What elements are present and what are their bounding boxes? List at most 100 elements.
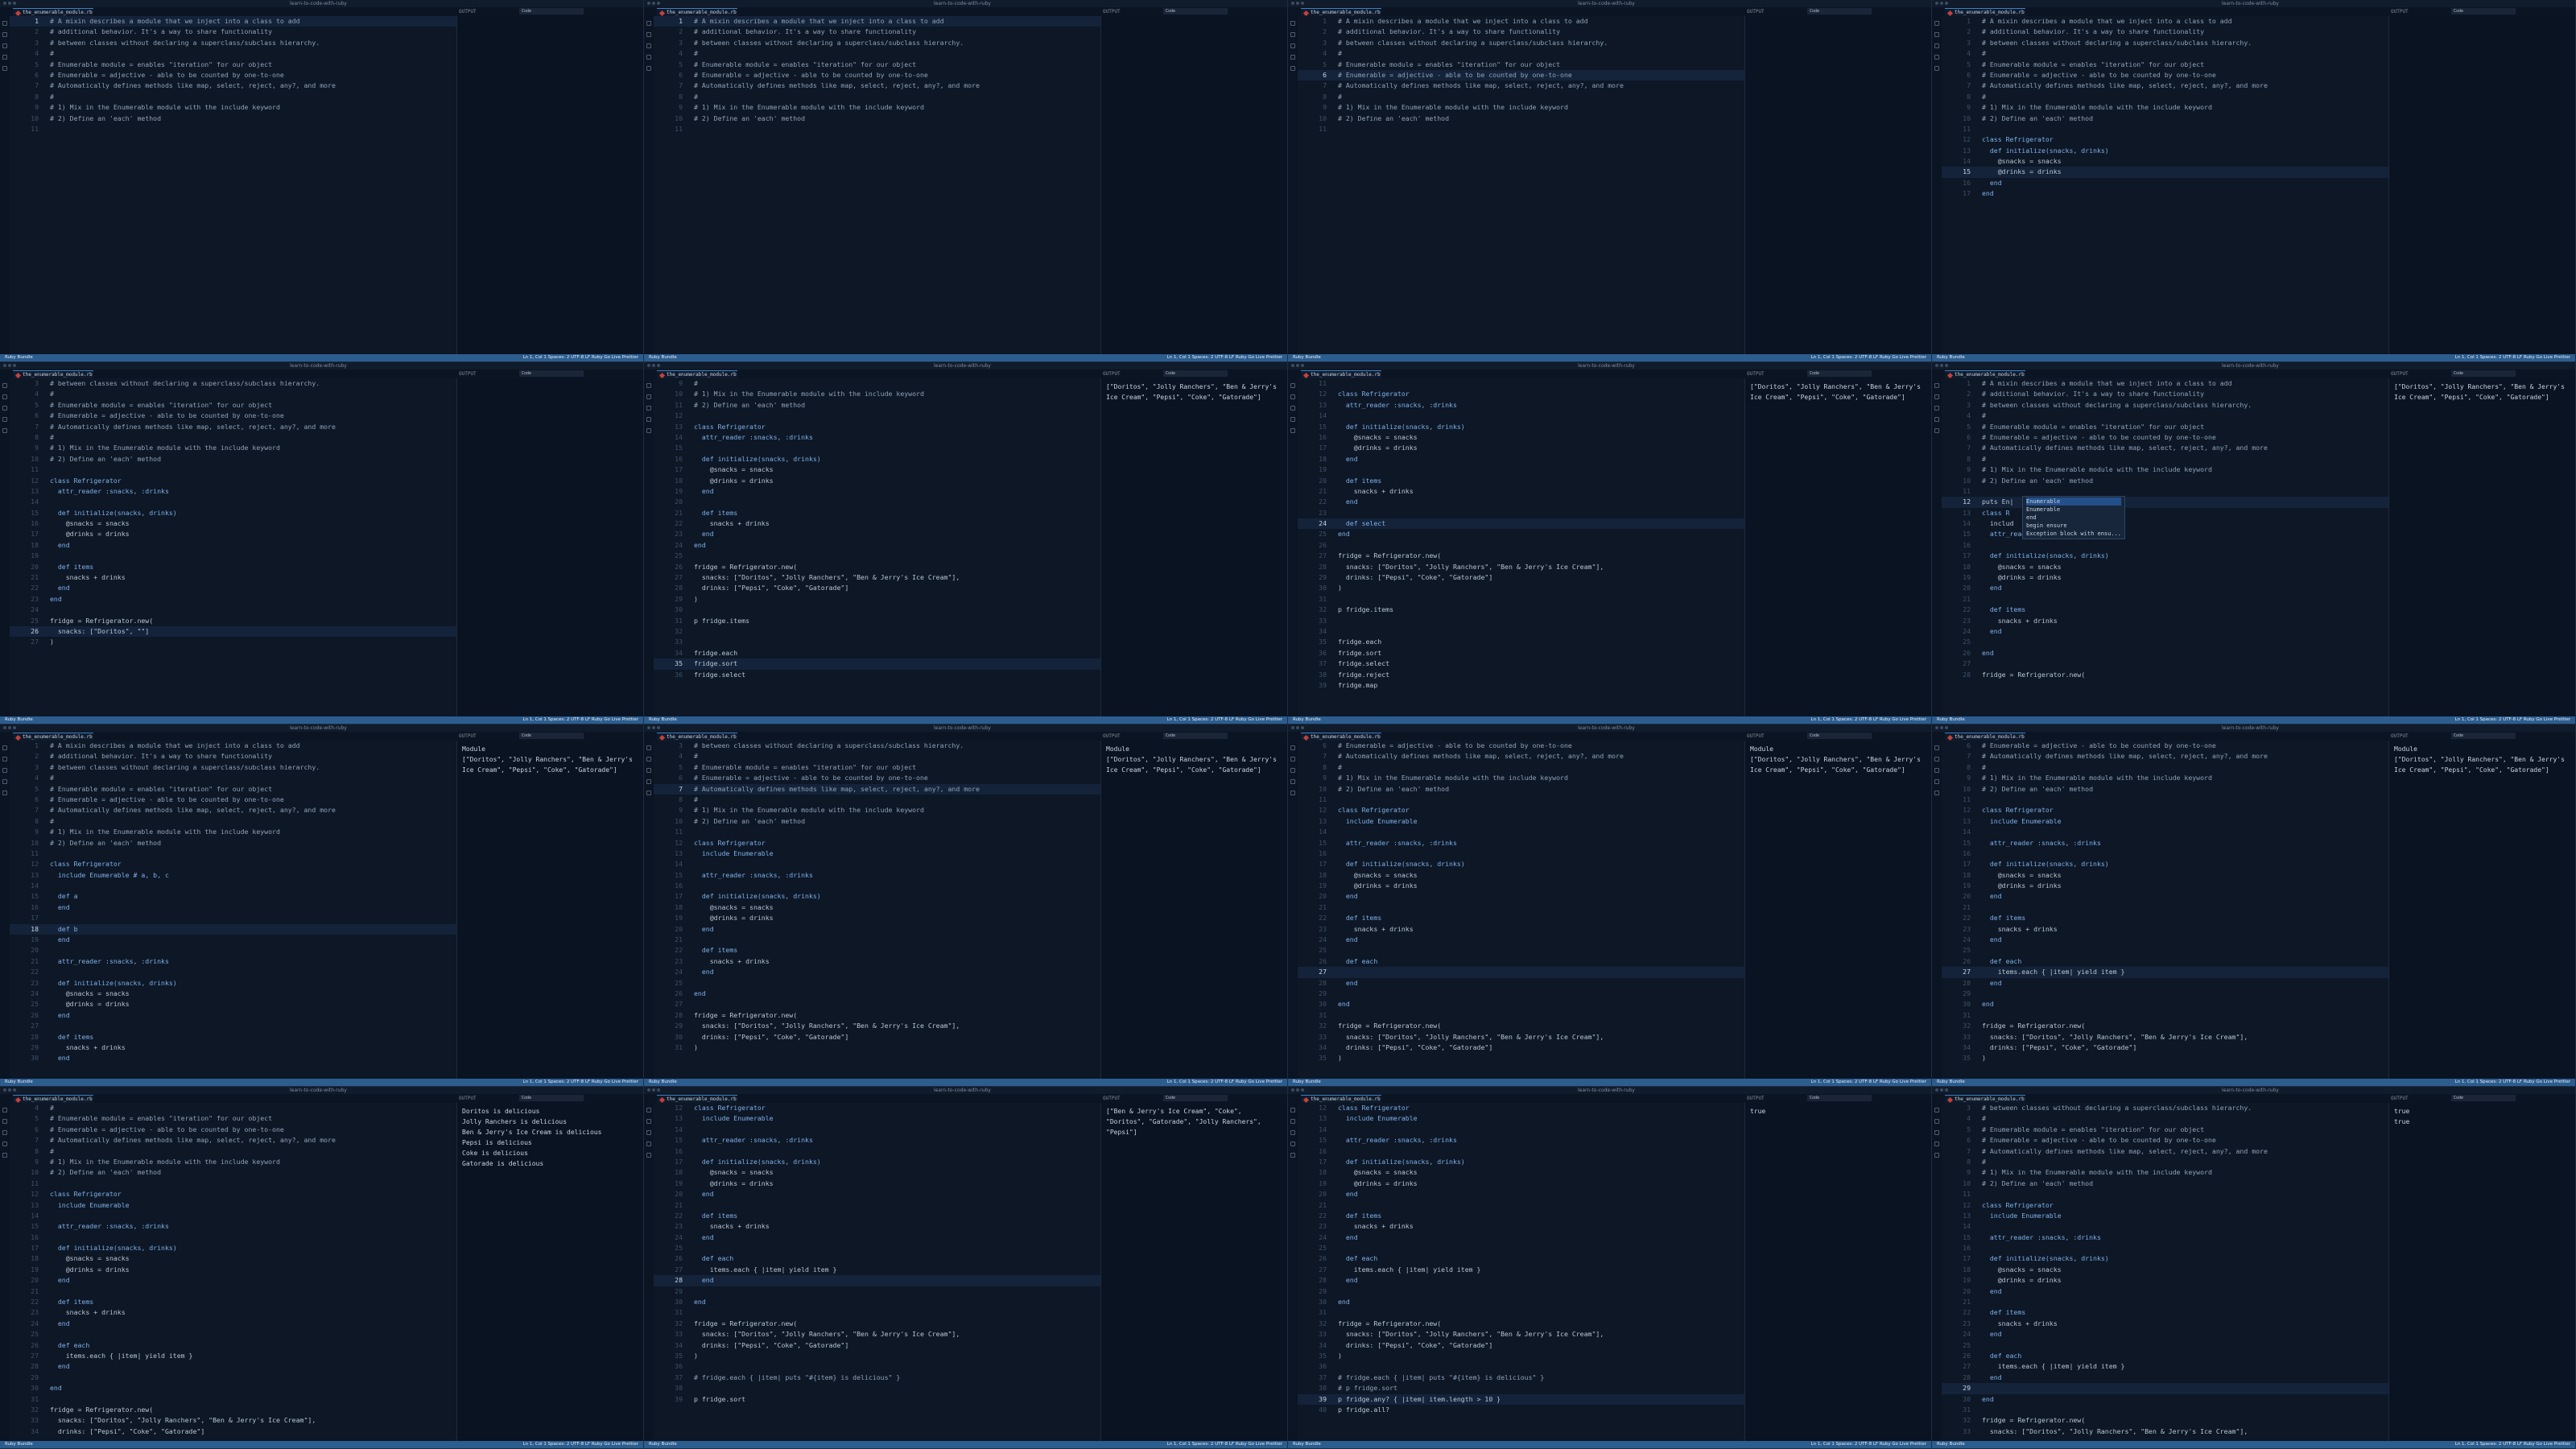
- extensions-icon[interactable]: [1934, 1153, 1939, 1158]
- close-dot[interactable]: [647, 2, 650, 5]
- source-control-icon[interactable]: [1934, 768, 1939, 773]
- explorer-icon[interactable]: [1290, 383, 1295, 388]
- run-icon[interactable]: [2, 1141, 7, 1146]
- close-dot[interactable]: [1291, 2, 1294, 5]
- status-right[interactable]: Ln 1, Col 1 Spaces: 2 UTF-8 LF Ruby Go L…: [523, 1441, 638, 1448]
- source-control-icon[interactable]: [2, 406, 7, 411]
- maximize-dot[interactable]: [1945, 2, 1948, 5]
- code-editor[interactable]: 1 # A mixin describes a module that we in…: [10, 16, 461, 354]
- extensions-icon[interactable]: [1290, 428, 1295, 433]
- run-icon[interactable]: [1290, 779, 1295, 784]
- minimize-dot[interactable]: [1296, 364, 1299, 367]
- explorer-icon[interactable]: [1290, 1108, 1295, 1113]
- search-icon[interactable]: [1934, 394, 1939, 399]
- code-editor[interactable]: 1 # A mixin describes a module that we in…: [654, 16, 1105, 354]
- explorer-icon[interactable]: [1934, 383, 1939, 388]
- status-right[interactable]: Ln 1, Col 1 Spaces: 2 UTF-8 LF Ruby Go L…: [1811, 1441, 1926, 1448]
- autocomplete-item[interactable]: Enumerable: [2026, 506, 2121, 514]
- extensions-icon[interactable]: [646, 66, 651, 71]
- tab-output[interactable]: OUTPUT: [1747, 733, 1765, 741]
- tab-file[interactable]: the_enumerable_module.rb: [657, 733, 737, 741]
- status-left[interactable]: Ruby Bundle: [649, 354, 677, 361]
- close-dot[interactable]: [3, 1088, 6, 1092]
- status-right[interactable]: Ln 1, Col 1 Spaces: 2 UTF-8 LF Ruby Go L…: [523, 1079, 638, 1086]
- code-editor[interactable]: 11 12 class Refrigerator 13 attr_reader :sn…: [1298, 378, 1749, 716]
- tab-output[interactable]: OUTPUT: [2391, 1095, 2409, 1103]
- status-right[interactable]: Ln 1, Col 1 Spaces: 2 UTF-8 LF Ruby Go L…: [1167, 716, 1282, 724]
- explorer-icon[interactable]: [2, 383, 7, 388]
- source-control-icon[interactable]: [1934, 43, 1939, 48]
- explorer-icon[interactable]: [1934, 21, 1939, 26]
- status-left[interactable]: Ruby Bundle: [1937, 354, 1965, 361]
- explorer-icon[interactable]: [646, 745, 651, 750]
- explorer-icon[interactable]: [1290, 745, 1295, 750]
- code-editor[interactable]: 3 # between classes without declaring a s…: [1942, 1103, 2393, 1441]
- tab-file[interactable]: the_enumerable_module.rb: [13, 1095, 93, 1104]
- run-icon[interactable]: [646, 55, 651, 60]
- minimize-dot[interactable]: [8, 364, 11, 367]
- close-dot[interactable]: [647, 1088, 650, 1092]
- status-left[interactable]: Ruby Bundle: [5, 354, 33, 361]
- maximize-dot[interactable]: [657, 364, 660, 367]
- close-dot[interactable]: [1291, 364, 1294, 367]
- close-dot[interactable]: [1935, 2, 1938, 5]
- minimize-dot[interactable]: [1940, 1088, 1943, 1092]
- tab-file[interactable]: the_enumerable_module.rb: [657, 370, 737, 379]
- source-control-icon[interactable]: [1290, 406, 1295, 411]
- output-select[interactable]: Code: [1807, 733, 1872, 739]
- search-icon[interactable]: [1290, 32, 1295, 37]
- extensions-icon[interactable]: [2, 428, 7, 433]
- source-control-icon[interactable]: [2, 768, 7, 773]
- tab-output[interactable]: OUTPUT: [459, 370, 477, 378]
- extensions-icon[interactable]: [1934, 428, 1939, 433]
- explorer-icon[interactable]: [2, 745, 7, 750]
- search-icon[interactable]: [2, 757, 7, 762]
- search-icon[interactable]: [646, 757, 651, 762]
- source-control-icon[interactable]: [646, 1130, 651, 1135]
- code-editor[interactable]: 6 # Enumerable = adjective - able to be c…: [1942, 741, 2393, 1079]
- minimize-dot[interactable]: [1940, 364, 1943, 367]
- status-right[interactable]: Ln 1, Col 1 Spaces: 2 UTF-8 LF Ruby Go L…: [1167, 1441, 1282, 1448]
- tab-output[interactable]: OUTPUT: [1747, 1095, 1765, 1103]
- run-icon[interactable]: [646, 417, 651, 422]
- explorer-icon[interactable]: [646, 1108, 651, 1113]
- output-select[interactable]: Code: [519, 370, 584, 377]
- tab-file[interactable]: the_enumerable_module.rb: [1301, 370, 1381, 379]
- tab-output[interactable]: OUTPUT: [1747, 8, 1765, 16]
- status-right[interactable]: Ln 1, Col 1 Spaces: 2 UTF-8 LF Ruby Go L…: [2455, 716, 2570, 724]
- maximize-dot[interactable]: [1301, 726, 1304, 729]
- output-select[interactable]: Code: [1163, 1095, 1228, 1101]
- source-control-icon[interactable]: [2, 1130, 7, 1135]
- status-left[interactable]: Ruby Bundle: [1293, 354, 1321, 361]
- output-select[interactable]: Code: [1163, 8, 1228, 14]
- code-editor[interactable]: 9 #10 # 1) Mix in the Enumerable module wi…: [654, 378, 1105, 716]
- search-icon[interactable]: [2, 1119, 7, 1124]
- tab-file[interactable]: the_enumerable_module.rb: [657, 1095, 737, 1104]
- extensions-icon[interactable]: [2, 791, 7, 795]
- explorer-icon[interactable]: [1290, 21, 1295, 26]
- close-dot[interactable]: [1935, 364, 1938, 367]
- maximize-dot[interactable]: [13, 1088, 16, 1092]
- tab-file[interactable]: the_enumerable_module.rb: [1301, 733, 1381, 741]
- status-right[interactable]: Ln 1, Col 1 Spaces: 2 UTF-8 LF Ruby Go L…: [2455, 1441, 2570, 1448]
- close-dot[interactable]: [1935, 726, 1938, 729]
- output-select[interactable]: Code: [2451, 1095, 2516, 1101]
- maximize-dot[interactable]: [657, 1088, 660, 1092]
- source-control-icon[interactable]: [646, 43, 651, 48]
- minimize-dot[interactable]: [652, 1088, 655, 1092]
- close-dot[interactable]: [647, 364, 650, 367]
- explorer-icon[interactable]: [1934, 745, 1939, 750]
- run-icon[interactable]: [2, 779, 7, 784]
- tab-file[interactable]: the_enumerable_module.rb: [1945, 370, 2025, 379]
- maximize-dot[interactable]: [1301, 364, 1304, 367]
- extensions-icon[interactable]: [1934, 791, 1939, 795]
- run-icon[interactable]: [1290, 1141, 1295, 1146]
- explorer-icon[interactable]: [2, 1108, 7, 1113]
- close-dot[interactable]: [1291, 726, 1294, 729]
- close-dot[interactable]: [1935, 1088, 1938, 1092]
- search-icon[interactable]: [1934, 1119, 1939, 1124]
- status-right[interactable]: Ln 1, Col 1 Spaces: 2 UTF-8 LF Ruby Go L…: [1811, 716, 1926, 724]
- minimize-dot[interactable]: [1296, 726, 1299, 729]
- extensions-icon[interactable]: [2, 1153, 7, 1158]
- extensions-icon[interactable]: [1290, 66, 1295, 71]
